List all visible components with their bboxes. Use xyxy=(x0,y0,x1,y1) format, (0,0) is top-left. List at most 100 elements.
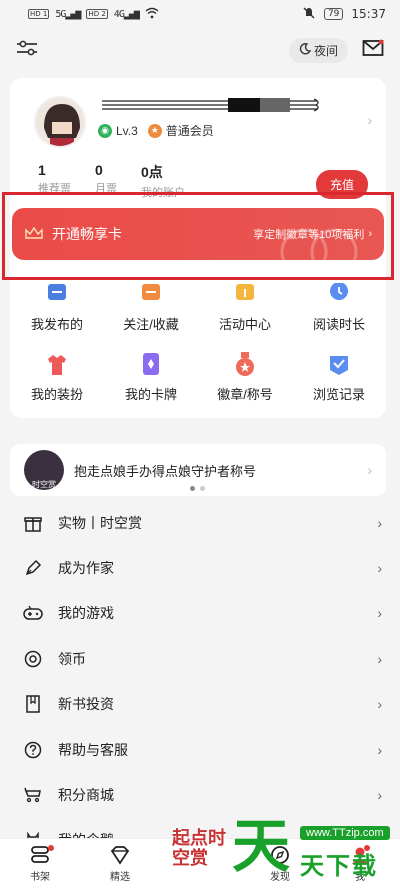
avatar[interactable] xyxy=(34,96,86,148)
chevron-right-icon: › xyxy=(377,741,382,758)
top-bar: 夜间 xyxy=(0,28,400,72)
mute-icon xyxy=(302,6,316,23)
stat-account[interactable]: 0点 我的账户 xyxy=(141,162,185,200)
stat-monthly-ticket[interactable]: 0 月票 xyxy=(95,162,117,200)
stat-recommend-ticket[interactable]: 1 推荐票 xyxy=(38,162,71,200)
grid-label: 活动中心 xyxy=(218,317,271,332)
member-star-icon: ★ xyxy=(147,123,162,138)
grid-label: 我的卡牌 xyxy=(124,387,177,402)
book-icon xyxy=(22,695,44,713)
wifi-icon xyxy=(145,7,159,22)
level-badge: ◉ Lv.3 xyxy=(98,122,138,139)
clock: 15:37 xyxy=(351,7,386,21)
watermark-url: www.TTzip.com xyxy=(300,826,390,840)
card-icon xyxy=(138,352,164,378)
grid-item-follow-favorites[interactable]: 关注/收藏 xyxy=(104,282,198,333)
battery-indicator: 79 xyxy=(323,8,344,20)
watermark-logo: 天 xyxy=(232,812,291,880)
tab-featured[interactable]: 精选 xyxy=(80,839,160,888)
gift-icon xyxy=(232,282,258,308)
coin-icon xyxy=(22,650,44,668)
sim1-badge: HD 1 xyxy=(28,9,50,19)
pen-icon xyxy=(22,559,44,577)
menu-label: 实物丨时空赏 xyxy=(58,514,142,531)
history-icon xyxy=(326,352,352,378)
promo-text: 抱走点娘手办得点娘守护者称号 xyxy=(74,463,257,479)
grid-item-my-cards[interactable]: 我的卡牌 xyxy=(104,352,198,403)
gift-box-icon xyxy=(22,514,44,532)
crown-icon xyxy=(24,226,44,243)
grid-item-browse-history[interactable]: 浏览记录 xyxy=(292,352,386,403)
night-mode-button[interactable]: 夜间 xyxy=(288,37,348,63)
chevron-right-icon: › xyxy=(377,650,382,667)
grid-label: 徽章/称号 xyxy=(217,387,273,402)
post-icon xyxy=(44,282,70,308)
chevron-right-icon: › xyxy=(377,560,382,577)
menu-item-claim-coins[interactable]: 领币 › xyxy=(0,636,400,681)
chevron-right-icon: › xyxy=(377,787,382,804)
grid-item-my-outfits[interactable]: 我的装扮 xyxy=(10,352,104,403)
member-badge: ★ 普通会员 xyxy=(147,122,214,139)
watermark-text: 天下载 xyxy=(300,853,378,880)
grid-item-my-posts[interactable]: 我发布的 xyxy=(10,282,104,333)
tab-label: 精选 xyxy=(110,871,130,883)
menu-list: 实物丨时空赏 › 成为作家 › 我的游戏 › 领币 › 新书投资 › 帮助与客服… xyxy=(0,500,400,863)
carousel-dot-active xyxy=(190,486,195,491)
stat-num: 0 xyxy=(95,162,103,178)
username-redacted xyxy=(102,98,322,112)
sim2-badge: HD 2 xyxy=(86,9,108,19)
moon-icon xyxy=(299,42,312,58)
level-label: Lv.3 xyxy=(116,123,138,138)
menu-label: 成为作家 xyxy=(58,560,114,577)
tab-label: 书架 xyxy=(30,871,50,883)
menu-item-new-book-invest[interactable]: 新书投资 › xyxy=(0,682,400,727)
clock-icon xyxy=(326,282,352,308)
diamond-icon xyxy=(109,845,131,868)
menu-item-my-games[interactable]: 我的游戏 › xyxy=(0,591,400,636)
promo-chevron-icon: › xyxy=(367,462,372,478)
chevron-right-icon: › xyxy=(377,696,382,713)
menu-item-physical-rewards[interactable]: 实物丨时空赏 › xyxy=(0,500,400,545)
menu-label: 新书投资 xyxy=(58,696,114,713)
member-label: 普通会员 xyxy=(165,124,214,138)
grid-label: 浏览记录 xyxy=(312,387,365,402)
medal-icon xyxy=(232,352,258,378)
status-bar: HD 1 5G▂▄▆ HD 2 4G▂▄▆ 79 15:37 xyxy=(0,0,400,28)
promo-avatar-text: 时空赏 xyxy=(32,480,56,489)
menu-label: 领币 xyxy=(58,650,86,667)
vip-title: 开通畅享卡 xyxy=(52,226,122,242)
menu-item-become-writer[interactable]: 成为作家 › xyxy=(0,545,400,590)
vip-card-banner[interactable]: 开通畅享卡 享定制徽章等10项福利 › xyxy=(12,208,384,260)
mail-icon[interactable] xyxy=(362,39,384,62)
menu-item-help-support[interactable]: 帮助与客服 › xyxy=(0,727,400,772)
menu-item-points-mall[interactable]: 积分商城 › xyxy=(0,772,400,817)
gamepad-icon xyxy=(22,605,44,621)
bookshelf-notification-dot xyxy=(48,845,54,851)
grid-label: 我的装扮 xyxy=(30,387,83,402)
menu-label: 帮助与客服 xyxy=(58,741,128,758)
feature-grid: 我发布的 关注/收藏 活动中心 阅读时长 我的装扮 我的卡牌 徽章/称号 浏览记… xyxy=(10,282,386,418)
signal2: 4G▂▄▆ xyxy=(113,8,140,20)
tab-bookshelf[interactable]: 书架 xyxy=(0,839,80,888)
chevron-right-icon: › xyxy=(377,605,382,622)
help-icon xyxy=(22,741,44,759)
grid-label: 关注/收藏 xyxy=(123,317,179,332)
stat-label: 我的账户 xyxy=(141,187,185,199)
vip-decoration-icon xyxy=(280,228,358,260)
grid-item-activity-center[interactable]: 活动中心 xyxy=(198,282,292,333)
grid-item-badges-titles[interactable]: 徽章/称号 xyxy=(198,352,292,403)
profile-chevron-icon[interactable]: › xyxy=(367,112,372,128)
vip-chevron-icon: › xyxy=(368,228,372,240)
recharge-button[interactable]: 充值 xyxy=(315,170,368,199)
menu-label: 积分商城 xyxy=(58,787,114,804)
grid-item-reading-time[interactable]: 阅读时长 xyxy=(292,282,386,333)
shirt-icon xyxy=(44,352,70,378)
night-mode-label: 夜间 xyxy=(313,43,338,58)
promo-avatar: 时空赏 xyxy=(24,450,64,490)
settings-sliders-icon[interactable] xyxy=(16,39,38,62)
stat-label: 月票 xyxy=(95,183,117,195)
stat-label: 推荐票 xyxy=(38,183,71,195)
level-icon: ◉ xyxy=(98,123,112,138)
stat-num: 1 xyxy=(38,162,46,178)
grid-label: 我发布的 xyxy=(30,317,83,332)
